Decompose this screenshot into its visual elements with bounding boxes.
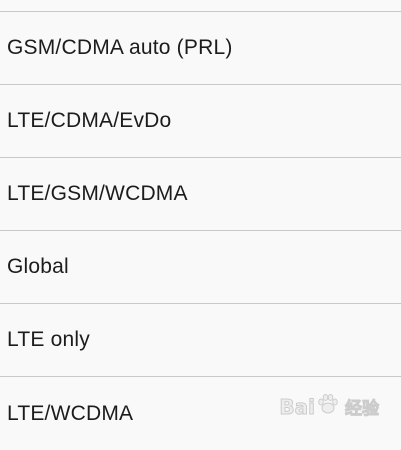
option-label: LTE/WCDMA <box>7 401 134 425</box>
option-gsm-cdma-auto[interactable]: GSM/CDMA auto (PRL) <box>0 12 401 85</box>
option-lte-only[interactable]: LTE only <box>0 304 401 377</box>
option-global[interactable]: Global <box>0 231 401 304</box>
option-lte-gsm-wcdma[interactable]: LTE/GSM/WCDMA <box>0 158 401 231</box>
option-label: GSM/CDMA auto (PRL) <box>7 36 233 59</box>
option-label: LTE/CDMA/EvDo <box>7 109 172 132</box>
paw-icon <box>317 393 339 420</box>
baidu-jingyan-watermark: Bai 经验 <box>279 393 380 420</box>
option-lte-cdma-evdo[interactable]: LTE/CDMA/EvDo <box>0 85 401 158</box>
option-label: LTE/GSM/WCDMA <box>7 182 188 205</box>
watermark-text-left: Bai <box>279 394 316 419</box>
option-label: LTE only <box>7 328 90 351</box>
watermark-text-right: 经验 <box>345 399 380 420</box>
option-label: Global <box>7 255 69 278</box>
